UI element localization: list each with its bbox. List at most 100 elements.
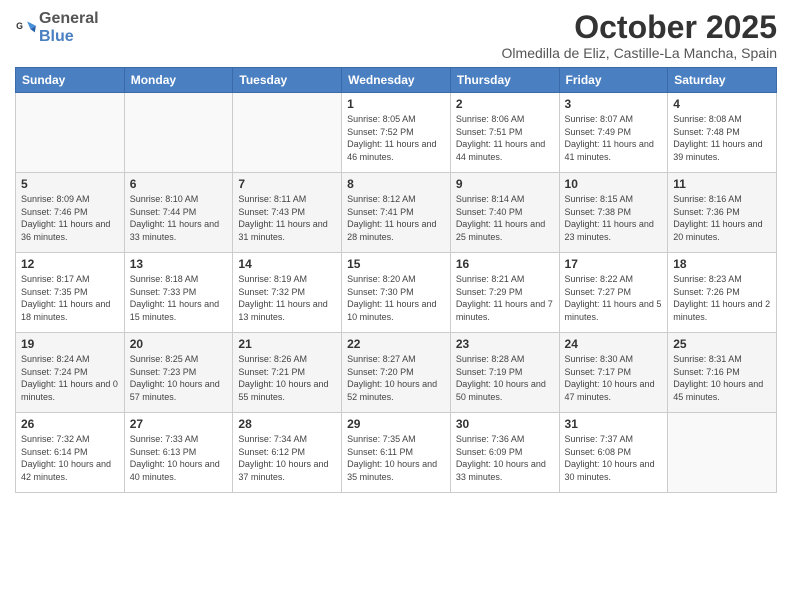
calendar-cell: 31 Sunrise: 7:37 AM Sunset: 6:08 PM Dayli… <box>559 413 668 493</box>
day-info: Sunrise: 8:27 AM Sunset: 7:20 PM Dayligh… <box>347 353 445 403</box>
calendar-cell <box>124 93 233 173</box>
col-thursday: Thursday <box>450 68 559 93</box>
col-saturday: Saturday <box>668 68 777 93</box>
svg-text:G: G <box>16 21 23 31</box>
day-info: Sunrise: 7:33 AM Sunset: 6:13 PM Dayligh… <box>130 433 228 483</box>
day-number: 28 <box>238 417 336 431</box>
calendar-cell: 18 Sunrise: 8:23 AM Sunset: 7:26 PM Dayli… <box>668 253 777 333</box>
col-monday: Monday <box>124 68 233 93</box>
day-number: 2 <box>456 97 554 111</box>
calendar-cell: 5Sunrise: 8:09 AM Sunset: 7:46 PM Daylig… <box>16 173 125 253</box>
day-number: 8 <box>347 177 445 191</box>
day-info: Sunrise: 8:21 AM Sunset: 7:29 PM Dayligh… <box>456 273 554 323</box>
day-number: 24 <box>565 337 663 351</box>
calendar-cell: 3 Sunrise: 8:07 AM Sunset: 7:49 PM Daylig… <box>559 93 668 173</box>
calendar: Sunday Monday Tuesday Wednesday Thursday… <box>15 67 777 493</box>
calendar-cell: 8Sunrise: 8:12 AM Sunset: 7:41 PM Daylig… <box>342 173 451 253</box>
calendar-cell: 17 Sunrise: 8:22 AM Sunset: 7:27 PM Dayli… <box>559 253 668 333</box>
day-info: Sunrise: 8:19 AM Sunset: 7:32 PM Dayligh… <box>238 273 336 323</box>
day-info: Sunrise: 7:36 AM Sunset: 6:09 PM Dayligh… <box>456 433 554 483</box>
day-number: 19 <box>21 337 119 351</box>
day-info: Sunrise: 8:17 AM Sunset: 7:35 PM Dayligh… <box>21 273 119 323</box>
calendar-cell: 6Sunrise: 8:10 AM Sunset: 7:44 PM Daylig… <box>124 173 233 253</box>
day-number: 29 <box>347 417 445 431</box>
day-info: Sunrise: 8:06 AM Sunset: 7:51 PM Dayligh… <box>456 113 554 163</box>
day-info: Sunrise: 7:37 AM Sunset: 6:08 PM Dayligh… <box>565 433 663 483</box>
day-number: 4 <box>673 97 771 111</box>
calendar-cell: 14 Sunrise: 8:19 AM Sunset: 7:32 PM Dayli… <box>233 253 342 333</box>
calendar-cell: 29 Sunrise: 7:35 AM Sunset: 6:11 PM Dayli… <box>342 413 451 493</box>
logo-general: General <box>39 10 99 27</box>
calendar-cell: 26 Sunrise: 7:32 AM Sunset: 6:14 PM Dayli… <box>16 413 125 493</box>
day-info: Sunrise: 8:30 AM Sunset: 7:17 PM Dayligh… <box>565 353 663 403</box>
day-number: 26 <box>21 417 119 431</box>
day-info: Sunrise: 8:07 AM Sunset: 7:49 PM Dayligh… <box>565 113 663 163</box>
day-number: 12 <box>21 257 119 271</box>
day-number: 11 <box>673 177 771 191</box>
day-number: 22 <box>347 337 445 351</box>
day-number: 6 <box>130 177 228 191</box>
calendar-cell: 25 Sunrise: 8:31 AM Sunset: 7:16 PM Dayli… <box>668 333 777 413</box>
day-number: 13 <box>130 257 228 271</box>
title-section: October 2025 Olmedilla de Eliz, Castille… <box>502 10 777 61</box>
logo-icon: G <box>15 17 37 39</box>
day-info: Sunrise: 8:25 AM Sunset: 7:23 PM Dayligh… <box>130 353 228 403</box>
calendar-cell: 9Sunrise: 8:14 AM Sunset: 7:40 PM Daylig… <box>450 173 559 253</box>
day-number: 17 <box>565 257 663 271</box>
day-info: Sunrise: 8:31 AM Sunset: 7:16 PM Dayligh… <box>673 353 771 403</box>
day-number: 9 <box>456 177 554 191</box>
calendar-cell: 20Sunrise: 8:25 AM Sunset: 7:23 PM Dayli… <box>124 333 233 413</box>
day-info: Sunrise: 8:11 AM Sunset: 7:43 PM Dayligh… <box>238 193 336 243</box>
day-info: Sunrise: 8:26 AM Sunset: 7:21 PM Dayligh… <box>238 353 336 403</box>
day-info: Sunrise: 7:35 AM Sunset: 6:11 PM Dayligh… <box>347 433 445 483</box>
day-number: 21 <box>238 337 336 351</box>
day-info: Sunrise: 8:28 AM Sunset: 7:19 PM Dayligh… <box>456 353 554 403</box>
day-number: 30 <box>456 417 554 431</box>
col-tuesday: Tuesday <box>233 68 342 93</box>
calendar-cell: 23 Sunrise: 8:28 AM Sunset: 7:19 PM Dayli… <box>450 333 559 413</box>
calendar-week-row: 12 Sunrise: 8:17 AM Sunset: 7:35 PM Dayli… <box>16 253 777 333</box>
calendar-cell: 24 Sunrise: 8:30 AM Sunset: 7:17 PM Dayli… <box>559 333 668 413</box>
calendar-cell: 2 Sunrise: 8:06 AM Sunset: 7:51 PM Daylig… <box>450 93 559 173</box>
calendar-cell: 30 Sunrise: 7:36 AM Sunset: 6:09 PM Dayli… <box>450 413 559 493</box>
day-info: Sunrise: 8:23 AM Sunset: 7:26 PM Dayligh… <box>673 273 771 323</box>
day-number: 18 <box>673 257 771 271</box>
day-info: Sunrise: 8:24 AM Sunset: 7:24 PM Dayligh… <box>21 353 119 403</box>
day-number: 3 <box>565 97 663 111</box>
day-number: 27 <box>130 417 228 431</box>
calendar-body: 1 Sunrise: 8:05 AM Sunset: 7:52 PM Daylig… <box>16 93 777 493</box>
col-sunday: Sunday <box>16 68 125 93</box>
day-number: 16 <box>456 257 554 271</box>
calendar-cell: 21 Sunrise: 8:26 AM Sunset: 7:21 PM Dayli… <box>233 333 342 413</box>
calendar-cell <box>668 413 777 493</box>
calendar-cell: 19 Sunrise: 8:24 AM Sunset: 7:24 PM Dayli… <box>16 333 125 413</box>
day-number: 1 <box>347 97 445 111</box>
calendar-cell: 27 Sunrise: 7:33 AM Sunset: 6:13 PM Dayli… <box>124 413 233 493</box>
logo-blue: Blue <box>39 28 74 45</box>
col-friday: Friday <box>559 68 668 93</box>
day-info: Sunrise: 8:09 AM Sunset: 7:46 PM Dayligh… <box>21 193 119 243</box>
subtitle: Olmedilla de Eliz, Castille-La Mancha, S… <box>502 45 777 61</box>
calendar-cell <box>16 93 125 173</box>
day-info: Sunrise: 8:08 AM Sunset: 7:48 PM Dayligh… <box>673 113 771 163</box>
day-number: 23 <box>456 337 554 351</box>
day-info: Sunrise: 7:32 AM Sunset: 6:14 PM Dayligh… <box>21 433 119 483</box>
header: G General Blue October 2025 Olmedilla de… <box>15 10 777 61</box>
day-info: Sunrise: 8:05 AM Sunset: 7:52 PM Dayligh… <box>347 113 445 163</box>
calendar-cell: 15Sunrise: 8:20 AM Sunset: 7:30 PM Dayli… <box>342 253 451 333</box>
day-number: 31 <box>565 417 663 431</box>
day-info: Sunrise: 8:22 AM Sunset: 7:27 PM Dayligh… <box>565 273 663 323</box>
calendar-cell: 1 Sunrise: 8:05 AM Sunset: 7:52 PM Daylig… <box>342 93 451 173</box>
calendar-week-row: 1 Sunrise: 8:05 AM Sunset: 7:52 PM Daylig… <box>16 93 777 173</box>
day-info: Sunrise: 8:15 AM Sunset: 7:38 PM Dayligh… <box>565 193 663 243</box>
day-number: 14 <box>238 257 336 271</box>
calendar-cell: 16 Sunrise: 8:21 AM Sunset: 7:29 PM Dayli… <box>450 253 559 333</box>
day-info: Sunrise: 8:20 AM Sunset: 7:30 PM Dayligh… <box>347 273 445 323</box>
day-info: Sunrise: 8:18 AM Sunset: 7:33 PM Dayligh… <box>130 273 228 323</box>
calendar-week-row: 19 Sunrise: 8:24 AM Sunset: 7:24 PM Dayli… <box>16 333 777 413</box>
day-number: 7 <box>238 177 336 191</box>
page: G General Blue October 2025 Olmedilla de… <box>0 0 792 612</box>
day-number: 25 <box>673 337 771 351</box>
calendar-cell: 11Sunrise: 8:16 AM Sunset: 7:36 PM Dayli… <box>668 173 777 253</box>
calendar-cell <box>233 93 342 173</box>
